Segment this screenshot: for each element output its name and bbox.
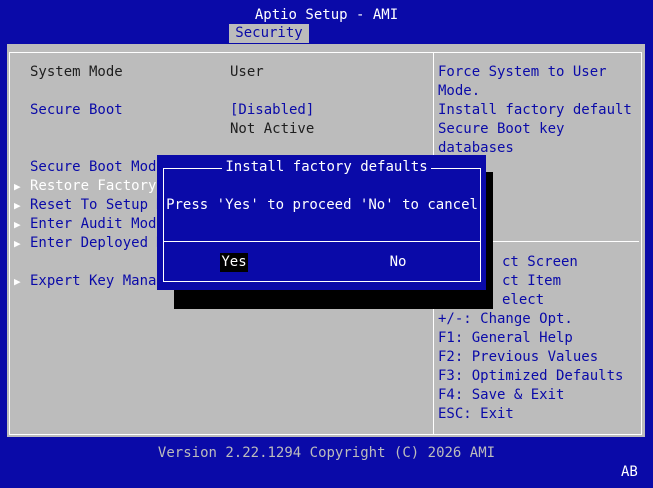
menu-item-reset-to-setup-mode[interactable]: Reset To Setup M [30, 196, 165, 215]
tab-security[interactable]: Security [229, 24, 309, 43]
help-key-select-screen: ct Screen [502, 254, 578, 270]
tab-bar: Security [0, 24, 653, 43]
secure-boot-label[interactable]: Secure Boot [30, 101, 123, 120]
submenu-arrow-icon: ▶ [14, 237, 21, 250]
help-desc-line: Install factory default [438, 102, 632, 118]
help-desc-line: Force System to User [438, 64, 607, 80]
help-desc-line: Secure Boot key [438, 121, 565, 137]
dialog-divider [164, 241, 480, 242]
help-desc-line: Mode. [438, 83, 481, 99]
status-badge: AB [621, 464, 638, 480]
submenu-arrow-icon: ▶ [14, 275, 21, 288]
submenu-arrow-icon: ▶ [14, 199, 21, 212]
dialog-message: Press 'Yes' to proceed 'No' to cancel [166, 197, 478, 213]
secure-boot-value[interactable]: [Disabled] [230, 101, 314, 120]
help-key-optimized-defaults: F3: Optimized Defaults [438, 368, 624, 384]
dialog-frame [163, 168, 481, 282]
submenu-arrow-icon: ▶ [14, 218, 21, 231]
menu-item-enter-deployed-mode[interactable]: Enter Deployed M [30, 234, 165, 253]
system-mode-value: User [230, 64, 264, 80]
no-button[interactable]: No [384, 253, 412, 272]
menu-item-enter-audit-mode[interactable]: Enter Audit Mode [30, 215, 165, 234]
menu-item-restore-factory[interactable]: Restore Factory [30, 177, 156, 196]
help-key-change-opt: +/-: Change Opt. [438, 311, 573, 327]
dialog-title: Install factory defaults [225, 159, 428, 175]
version-text: Version 2.22.1294 Copyright (C) 2026 AMI [157, 445, 496, 461]
app-title: Aptio Setup - AMI [254, 7, 399, 23]
submenu-arrow-icon: ▶ [14, 180, 21, 193]
system-mode-label: System Mode [30, 64, 123, 80]
secure-boot-mode-label[interactable]: Secure Boot Mode [30, 158, 165, 177]
help-key-exit: ESC: Exit [438, 406, 514, 422]
help-key-select: elect [502, 292, 545, 308]
secure-boot-status: Not Active [230, 121, 315, 137]
help-key-general-help: F1: General Help [438, 330, 573, 346]
menu-item-expert-key-management[interactable]: Expert Key Manag [30, 272, 165, 291]
yes-button[interactable]: Yes [220, 253, 248, 272]
help-key-select-item: ct Item [502, 273, 562, 289]
help-key-previous-values: F2: Previous Values [438, 349, 599, 365]
help-key-save-exit: F4: Save & Exit [438, 387, 565, 403]
